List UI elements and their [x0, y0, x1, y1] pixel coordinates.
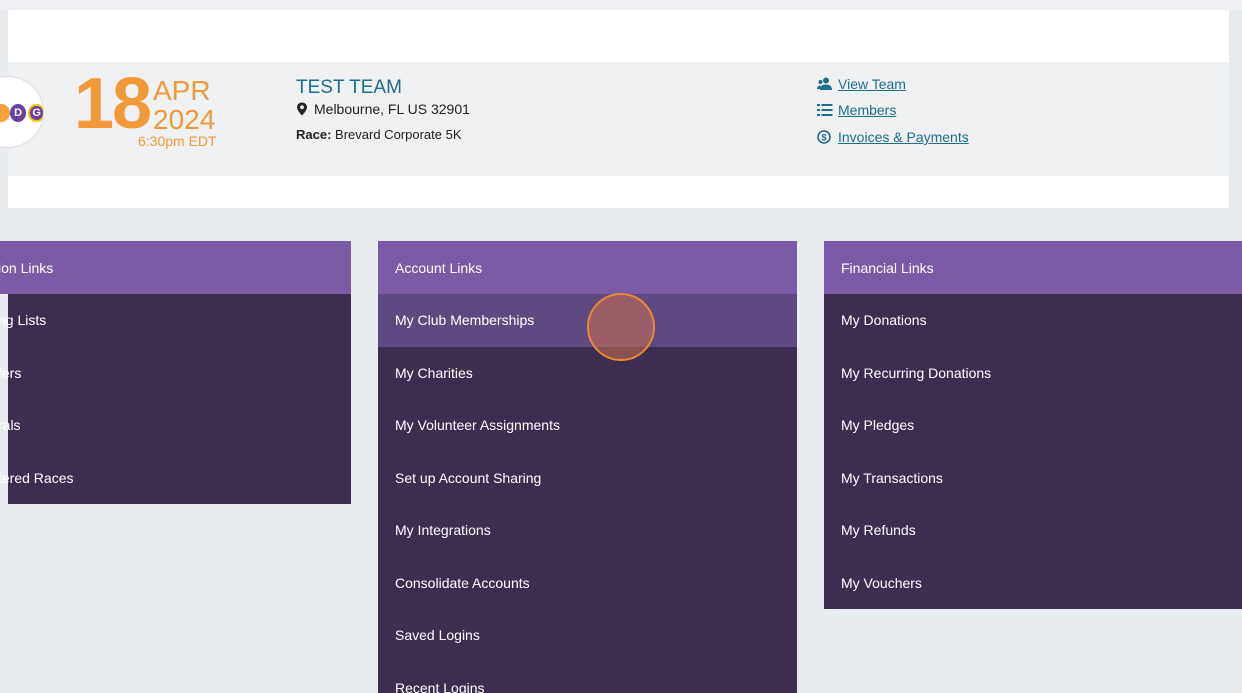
- left-links-header: ion Links: [0, 241, 351, 294]
- members-label: Members: [838, 102, 897, 118]
- view-team-label: View Team: [838, 76, 906, 92]
- my-pledges-link[interactable]: My Pledges: [824, 399, 1242, 452]
- logo-letter-d: D: [9, 104, 27, 122]
- account-links-panel: Account Links My Club Memberships My Cha…: [378, 241, 797, 693]
- left-link-4[interactable]: tered Races: [0, 452, 351, 505]
- my-volunteer-assignments-link[interactable]: My Volunteer Assignments: [378, 399, 797, 452]
- race-name: Brevard Corporate 5K: [335, 127, 462, 142]
- team-name: TEST TEAM: [296, 77, 402, 98]
- invoices-payments-label: Invoices & Payments: [838, 129, 969, 145]
- dollar-circle-icon: $: [817, 130, 831, 144]
- event-location: Melbourne, FL US 32901: [296, 101, 470, 117]
- consolidate-accounts-link[interactable]: Consolidate Accounts: [378, 557, 797, 610]
- top-strip: [0, 0, 1242, 10]
- left-link-2[interactable]: fers: [0, 347, 351, 400]
- members-link[interactable]: Members: [817, 102, 896, 118]
- race-label: Race:: [296, 127, 332, 142]
- event-time: 6:30pm EDT: [138, 133, 217, 149]
- financial-links-header: Financial Links: [824, 241, 1242, 294]
- logo-letter-g: G: [28, 104, 43, 122]
- view-team-link[interactable]: View Team: [817, 76, 906, 92]
- financial-links-panel: Financial Links My Donations My Recurrin…: [824, 241, 1242, 609]
- users-icon: [817, 77, 832, 90]
- event-month: APR: [153, 75, 211, 106]
- saved-logins-link[interactable]: Saved Logins: [378, 609, 797, 662]
- my-vouchers-link[interactable]: My Vouchers: [824, 557, 1242, 610]
- invoices-payments-link[interactable]: $ Invoices & Payments: [817, 129, 969, 145]
- logo-mark: D G: [0, 103, 43, 123]
- my-charities-link[interactable]: My Charities: [378, 347, 797, 400]
- event-year: 2024: [153, 104, 216, 135]
- my-integrations-link[interactable]: My Integrations: [378, 504, 797, 557]
- map-pin-icon: [297, 102, 307, 116]
- account-links-header: Account Links: [378, 241, 797, 294]
- recent-logins-link[interactable]: Recent Logins: [378, 662, 797, 693]
- list-icon: [817, 104, 833, 116]
- account-sharing-link[interactable]: Set up Account Sharing: [378, 452, 797, 505]
- left-link-3[interactable]: rals: [0, 399, 351, 452]
- my-donations-link[interactable]: My Donations: [824, 294, 1242, 347]
- race-info: Race: Brevard Corporate 5K: [296, 127, 462, 143]
- my-transactions-link[interactable]: My Transactions: [824, 452, 1242, 505]
- my-recurring-donations-link[interactable]: My Recurring Donations: [824, 347, 1242, 400]
- svg-text:$: $: [821, 133, 826, 143]
- page: D G 18 APR 2024 6:30pm EDT TEST TEAM Mel…: [0, 0, 1242, 693]
- left-link-1[interactable]: ng Lists: [0, 294, 351, 347]
- location-text: Melbourne, FL US 32901: [314, 101, 470, 117]
- left-links-panel: ion Links ng Lists fers rals tered Races: [0, 241, 351, 504]
- click-indicator: [587, 293, 655, 361]
- logo-shape: [0, 104, 10, 122]
- my-refunds-link[interactable]: My Refunds: [824, 504, 1242, 557]
